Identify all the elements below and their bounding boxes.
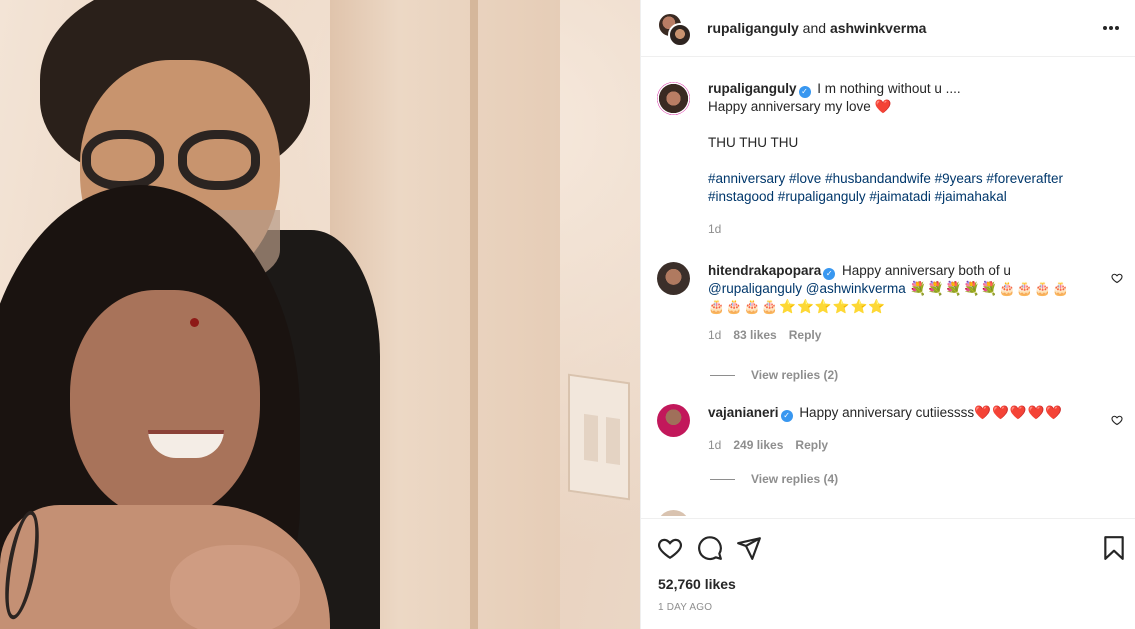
- post-timestamp: 1 DAY AGO: [658, 602, 713, 613]
- comment-mentions[interactable]: @rupaliganguly @ashwinkverma: [708, 281, 906, 296]
- photo-woman-face: [70, 290, 260, 520]
- verified-badge-icon: ✓: [780, 410, 793, 422]
- replies-divider: [710, 479, 735, 481]
- view-replies-label: View replies (2): [751, 368, 839, 382]
- photo-switch-plate: [568, 373, 630, 501]
- caption-hashtags[interactable]: #anniversary #love #husbandandwife #9yea…: [708, 170, 1108, 188]
- verified-badge-icon: ✓: [798, 86, 811, 98]
- comment-meta: 1d 83 likes Reply: [708, 326, 1108, 344]
- avatar: [668, 23, 692, 47]
- heart-icon[interactable]: [1111, 272, 1123, 284]
- comment-icon[interactable]: [697, 535, 723, 561]
- photo-glasses: [82, 130, 272, 192]
- caption-line3: THU THU THU: [708, 135, 799, 150]
- caption-body: rupaliganguly ✓ I m nothing without u ...…: [708, 80, 1108, 238]
- heart-icon[interactable]: [657, 535, 683, 561]
- comment-likes[interactable]: 83 likes: [733, 328, 776, 342]
- comment-meta: 1d 249 likes Reply: [708, 436, 1108, 454]
- comments-list[interactable]: rupaliganguly ✓ I m nothing without u ...…: [641, 58, 1135, 516]
- caption-line1: I m nothing without u ....: [817, 81, 961, 96]
- avatar[interactable]: [657, 82, 690, 115]
- caption-time: 1d: [708, 222, 722, 236]
- post-header: rupaliganguly and ashwinkverma: [641, 0, 1135, 57]
- caption-username[interactable]: rupaliganguly: [708, 81, 797, 96]
- caption-line2: Happy anniversary my love: [708, 99, 871, 114]
- photo-hand: [170, 545, 300, 629]
- reply-button[interactable]: Reply: [789, 328, 822, 342]
- comment-username[interactable]: vajanianeri: [708, 405, 779, 420]
- photo-bindi: [190, 318, 199, 327]
- collab-avatars[interactable]: [658, 13, 692, 47]
- bookmark-icon[interactable]: [1101, 535, 1127, 561]
- comment-time: 1d: [708, 328, 722, 342]
- view-replies-label: View replies (4): [751, 472, 839, 486]
- header-user-ashwinkverma[interactable]: ashwinkverma: [830, 20, 927, 36]
- post-photo[interactable]: [0, 0, 640, 629]
- heart-icon[interactable]: [1111, 414, 1123, 426]
- comment-time: 1d: [708, 438, 722, 452]
- post-side-panel: rupaliganguly and ashwinkverma rupaligan…: [640, 0, 1135, 629]
- comment-body: hitendrakapopara ✓ Happy anniversary both…: [708, 262, 1108, 344]
- view-replies-button[interactable]: View replies (2): [710, 368, 838, 382]
- view-replies-button[interactable]: View replies (4): [710, 472, 838, 486]
- avatar: [657, 510, 690, 516]
- comment-item-partial: [641, 508, 1135, 516]
- likes-count[interactable]: 52,760 likes: [658, 576, 736, 592]
- reply-button[interactable]: Reply: [795, 438, 828, 452]
- comment-emojis: 🎂🎂🎂🎂⭐⭐⭐⭐⭐⭐: [708, 299, 887, 314]
- caption-heart-emoji: ❤️: [874, 99, 892, 114]
- comment-body: vajanianeri ✓ Happy anniversary cutiiesss…: [708, 404, 1108, 454]
- more-options-icon[interactable]: [1101, 18, 1121, 38]
- replies-divider: [710, 375, 735, 377]
- verified-badge-icon: ✓: [823, 268, 836, 280]
- comment-emojis: ❤️❤️❤️❤️❤️: [974, 405, 1064, 420]
- share-icon[interactable]: [736, 535, 762, 561]
- comment-emojis: 💐💐💐💐💐🎂🎂🎂🎂: [909, 281, 1070, 296]
- header-and: and: [798, 20, 830, 36]
- photo-door-edge: [470, 0, 478, 629]
- header-user-rupaliganguly[interactable]: rupaliganguly: [707, 20, 799, 36]
- header-usernames: rupaliganguly and ashwinkverma: [707, 20, 926, 36]
- comment-text: Happy anniversary cutiiessss: [799, 405, 975, 420]
- comment-text: Happy anniversary both of u: [842, 263, 1011, 278]
- comment-likes[interactable]: 249 likes: [733, 438, 783, 452]
- avatar[interactable]: [657, 262, 690, 295]
- comment-username[interactable]: hitendrakapopara: [708, 263, 821, 278]
- avatar[interactable]: [657, 404, 690, 437]
- caption-hashtags[interactable]: #instagood #rupaliganguly #jaimatadi #ja…: [708, 188, 1108, 206]
- post-actions: 52,760 likes 1 DAY AGO: [641, 518, 1135, 629]
